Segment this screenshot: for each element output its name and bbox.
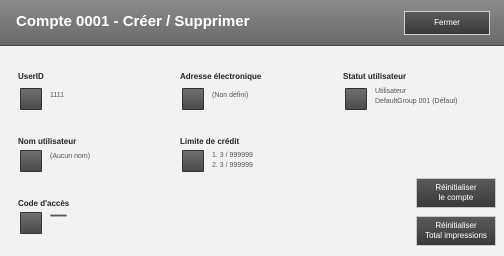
- access-code-button[interactable]: [20, 212, 42, 234]
- user-name-button[interactable]: [20, 150, 42, 172]
- close-button[interactable]: Fermer: [404, 11, 490, 35]
- email-value: (Non défini): [212, 92, 249, 99]
- reset-account-line2: le compte: [438, 193, 474, 202]
- reset-total-prints-button[interactable]: Réinitialiser Total impressions: [416, 216, 496, 246]
- email-label: Adresse électronique: [180, 72, 262, 81]
- user-status-label: Statut utilisateur: [343, 72, 407, 81]
- user-status-button[interactable]: [345, 88, 367, 110]
- user-id-label: UserID: [18, 72, 44, 81]
- credit-limit-label: Limite de crédit: [180, 137, 240, 146]
- reset-account-button[interactable]: Réinitialiser le compte: [416, 178, 496, 208]
- user-status-value-line2: DefaultGroup 001 (Défaut): [375, 98, 458, 105]
- reset-account-line1: Réinitialiser: [435, 183, 477, 192]
- user-id-button[interactable]: [20, 88, 42, 110]
- access-code-label: Code d'accès: [18, 199, 70, 208]
- user-name-value: (Aucun nom): [50, 153, 91, 160]
- user-name-label: Nom utilisateur: [18, 137, 77, 146]
- reset-prints-line2: Total impressions: [425, 231, 487, 240]
- account-create-delete-screen: Compte 0001 - Créer / Supprimer Fermer U…: [0, 0, 504, 256]
- page-title: Compte 0001 - Créer / Supprimer: [16, 13, 250, 30]
- reset-prints-line1: Réinitialiser: [435, 221, 477, 230]
- credit-limit-value-line2: 2. 3 / 999999: [212, 162, 253, 169]
- title-bar: Compte 0001 - Créer / Supprimer Fermer: [0, 0, 504, 46]
- credit-limit-value-line1: 1. 3 / 999999: [212, 152, 253, 159]
- credit-limit-button[interactable]: [182, 150, 204, 172]
- access-code-value: •••••••••••: [50, 213, 67, 220]
- email-button[interactable]: [182, 88, 204, 110]
- user-status-value-line1: Utilisateur: [375, 88, 407, 95]
- user-id-value: 1111: [50, 92, 65, 99]
